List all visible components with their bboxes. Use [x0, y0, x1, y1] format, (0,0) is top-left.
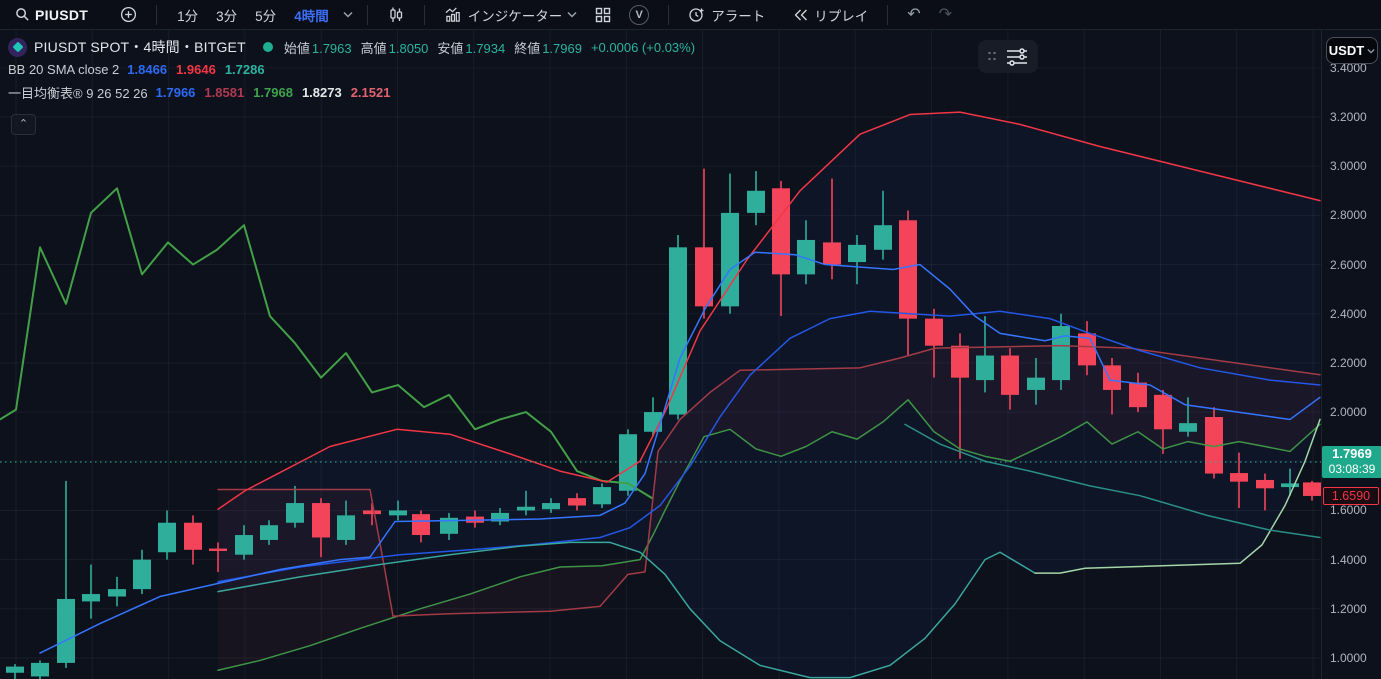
axis-tick-label: 2.4000: [1330, 307, 1367, 321]
axis-tick-label: 3.0000: [1330, 159, 1367, 173]
open-value: 1.7963: [312, 41, 352, 56]
candlestick-icon: [387, 6, 405, 24]
currency-toggle-button[interactable]: USDT: [1326, 37, 1378, 64]
market-status-dot[interactable]: [263, 42, 273, 52]
redo-button[interactable]: ↷: [932, 4, 959, 26]
settings-sliders-icon[interactable]: [1005, 47, 1029, 67]
chart-legend: PIUSDT SPOT・4時間・BITGET 始値1.7963 高値1.8050…: [8, 36, 695, 104]
axis-tick-label: 2.6000: [1330, 258, 1367, 272]
symbol-name: PIUSDT: [35, 7, 88, 23]
indicator-value: 1.8581: [204, 85, 244, 100]
indicators-icon: [444, 6, 463, 23]
open-label: 始値: [284, 41, 310, 56]
indicator-value: 1.7286: [225, 62, 265, 77]
legend-symbol-title[interactable]: PIUSDT SPOT・4時間・BITGET: [34, 37, 246, 57]
search-icon: [15, 7, 30, 22]
interval-button-1[interactable]: 3分: [208, 2, 245, 28]
alert-price-badge[interactable]: 1.6590: [1323, 487, 1379, 505]
interval-button-0[interactable]: 1分: [169, 2, 206, 28]
plus-circle-icon: [120, 6, 137, 23]
undo-button[interactable]: ↶: [900, 4, 927, 26]
axis-tick-label: 3.2000: [1330, 110, 1367, 124]
close-label: 終値: [514, 41, 540, 56]
indicator-value: 1.9646: [176, 62, 216, 77]
indicator-value: 1.8273: [302, 85, 342, 100]
chart-pane[interactable]: PIUSDT SPOT・4時間・BITGET 始値1.7963 高値1.8050…: [0, 30, 1321, 679]
main-area: PIUSDT SPOT・4時間・BITGET 始値1.7963 高値1.8050…: [0, 30, 1381, 679]
price-change: +0.0006 (+0.03%): [591, 40, 695, 55]
axis-tick-label: 2.2000: [1330, 356, 1367, 370]
indicators-label: インジケーター: [468, 5, 563, 25]
axis-tick-label: 1.2000: [1330, 602, 1367, 616]
axis-tick-label: 1.6000: [1330, 503, 1367, 517]
toolbar-divider: [156, 5, 157, 25]
toolbar-divider: [424, 5, 425, 25]
price-chart-canvas[interactable]: [0, 30, 1321, 679]
indicator-value: 1.8466: [127, 62, 167, 77]
indicator-value: 1.7966: [156, 85, 196, 100]
alert-clock-icon: [688, 6, 706, 24]
current-price-badge: 1.7969 03:08:39: [1322, 446, 1381, 478]
indicators-button[interactable]: インジケーター: [437, 2, 585, 28]
redo-icon: ↷: [939, 7, 952, 23]
price-axis[interactable]: 3.40003.20003.00002.80002.60002.40002.20…: [1321, 30, 1381, 679]
legend-collapse-button[interactable]: ⌃: [11, 114, 36, 135]
axis-tick-label: 2.8000: [1330, 208, 1367, 222]
alert-button[interactable]: アラート: [681, 2, 772, 28]
chevron-down-icon: [343, 11, 353, 18]
indicator-row-0[interactable]: BB 20 SMA close 2 1.8466 1.9646 1.7286: [8, 58, 695, 81]
indicator-values: 1.8466 1.9646 1.7286: [127, 62, 264, 77]
undo-icon: ↶: [907, 7, 920, 23]
indicator-values: 1.7966 1.8581 1.7968 1.8273 2.1521: [156, 85, 391, 100]
interval-group: 1分3分5分4時間: [169, 2, 337, 28]
close-value: 1.7969: [542, 41, 582, 56]
chevron-down-icon: [1367, 48, 1375, 54]
indicator-title: BB 20 SMA close 2: [8, 62, 119, 77]
alert-label: アラート: [711, 5, 765, 25]
layout-grid-button[interactable]: [588, 4, 618, 26]
grid-layout-icon: [595, 7, 611, 23]
low-value: 1.7934: [465, 41, 505, 56]
interval-button-2[interactable]: 5分: [247, 2, 284, 28]
low-label: 安値: [437, 41, 463, 56]
v-circle-icon: V: [629, 5, 649, 25]
rewind-icon: [793, 8, 809, 22]
currency-label: USDT: [1329, 43, 1364, 58]
symbol-logo: [8, 38, 27, 57]
indicator-value: 2.1521: [351, 85, 391, 100]
high-label: 高値: [361, 41, 387, 56]
replay-label: リプレイ: [814, 5, 868, 25]
high-value: 1.8050: [389, 41, 429, 56]
chart-style-button[interactable]: [380, 3, 412, 27]
toolbar-divider: [887, 5, 888, 25]
interval-button-3[interactable]: 4時間: [286, 2, 337, 28]
bar-countdown: 03:08:39: [1322, 462, 1381, 477]
toolbar-divider: [367, 5, 368, 25]
compare-add-button[interactable]: [113, 3, 144, 26]
indicator-title: 一目均衡表® 9 26 52 26: [8, 83, 148, 102]
toolbar-divider: [668, 5, 669, 25]
layout-v-button[interactable]: V: [622, 2, 656, 28]
ohlc-values: 始値1.7963 高値1.8050 安値1.7934 終値1.7969: [284, 38, 582, 57]
symbol-search-button[interactable]: PIUSDT: [8, 4, 95, 26]
floating-mini-toolbar[interactable]: [978, 40, 1038, 73]
axis-tick-label: 1.0000: [1330, 651, 1367, 665]
drag-handle-icon[interactable]: [987, 50, 996, 64]
axis-tick-label: 2.0000: [1330, 405, 1367, 419]
trading-chart-app: PIUSDT 1分3分5分4時間: [0, 0, 1381, 679]
indicator-row-1[interactable]: 一目均衡表® 9 26 52 26 1.7966 1.8581 1.7968 1.827…: [8, 81, 695, 104]
v-letter: V: [636, 9, 643, 21]
interval-dropdown-button[interactable]: [341, 8, 355, 21]
indicator-value: 1.7968: [253, 85, 293, 100]
chevron-down-icon: [567, 11, 577, 18]
current-price-value: 1.7969: [1322, 446, 1381, 462]
axis-tick-label: 1.4000: [1330, 553, 1367, 567]
indicator-legend-rows: BB 20 SMA close 2 1.8466 1.9646 1.7286 一目均衡表…: [8, 58, 695, 104]
top-toolbar: PIUSDT 1分3分5分4時間: [0, 0, 1381, 30]
replay-button[interactable]: リプレイ: [786, 2, 875, 28]
